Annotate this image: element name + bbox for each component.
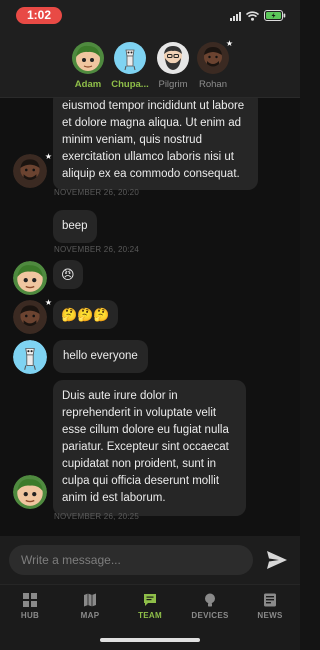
avatar-cartoon-boy-icon [72, 42, 104, 74]
message-text: 😠 [61, 267, 75, 282]
tab-label: MAP [80, 611, 100, 620]
home-indicator[interactable] [100, 638, 200, 642]
grid-icon [23, 593, 37, 607]
message-text: beep [62, 220, 88, 232]
tab-team[interactable]: TEAM [120, 593, 180, 620]
tab-label: NEWS [257, 611, 283, 620]
map-icon [84, 593, 96, 607]
message-bubble: hello everyone [53, 340, 148, 373]
rohan-avatar-icon[interactable]: ★ [13, 299, 52, 334]
lightbulb-icon [205, 593, 215, 607]
star-icon: ★ [225, 39, 233, 48]
message-input[interactable] [9, 545, 253, 575]
avatar-chupacabra-icon [114, 42, 146, 74]
signal-icon [230, 11, 241, 21]
tab-bar: HUB MAP TEAM DEVICES NEWS [0, 584, 300, 650]
tab-label: HUB [20, 611, 40, 620]
message-timestamp: NOVEMBER 26, 20:25 [54, 512, 139, 521]
message-bubble: 🤔🤔🤔 [53, 300, 118, 329]
message-text: hello everyone [63, 350, 138, 362]
avatar-bearded-man-icon [157, 42, 189, 74]
tab-news[interactable]: NEWS [240, 593, 300, 620]
battery-charging-icon [264, 10, 286, 21]
team-header: Adam Chupa... Pilgrim ★ Rohan [0, 30, 300, 98]
message-bubble: beep [53, 210, 97, 243]
message-text: Duis aute irure dolor in reprehenderit i… [62, 390, 229, 504]
tab-hub[interactable]: HUB [0, 593, 60, 620]
status-time: 1:02 [16, 7, 62, 24]
message-bubble: 😠 [53, 260, 83, 289]
message-timestamp: NOVEMBER 26, 20:24 [54, 245, 139, 254]
news-icon [264, 593, 276, 607]
message-composer [0, 536, 300, 584]
send-icon[interactable] [266, 550, 288, 570]
tab-label: TEAM [138, 611, 162, 620]
adam-avatar-icon[interactable] [13, 475, 47, 509]
message-timestamp: NOVEMBER 26, 20:20 [54, 188, 139, 197]
message-text: 🤔🤔🤔 [61, 307, 110, 322]
adam-avatar-icon[interactable] [13, 261, 47, 295]
rohan-avatar-icon[interactable]: ★ [13, 153, 52, 188]
star-icon: ★ [44, 298, 52, 307]
tab-devices[interactable]: DEVICES [180, 593, 240, 620]
avatar-rapper-icon: ★ [197, 40, 233, 74]
status-icons [230, 10, 286, 21]
team-member-rohan[interactable]: ★ Rohan [188, 40, 238, 90]
status-bar: 1:02 [0, 0, 300, 30]
message-text: eiusmod tempor incididunt ut labore et d… [62, 100, 245, 180]
wifi-icon [246, 10, 259, 21]
chat-thread[interactable]: eiusmod tempor incididunt ut labore et d… [0, 98, 300, 536]
tab-map[interactable]: MAP [60, 593, 120, 620]
chat-icon [144, 594, 156, 606]
message-bubble: Duis aute irure dolor in reprehenderit i… [53, 380, 246, 516]
team-member-name: Rohan [199, 79, 227, 90]
message-bubble: eiusmod tempor incididunt ut labore et d… [53, 98, 258, 190]
star-icon: ★ [44, 152, 52, 161]
chupa-avatar-icon[interactable] [13, 340, 47, 374]
tab-label: DEVICES [191, 611, 229, 620]
